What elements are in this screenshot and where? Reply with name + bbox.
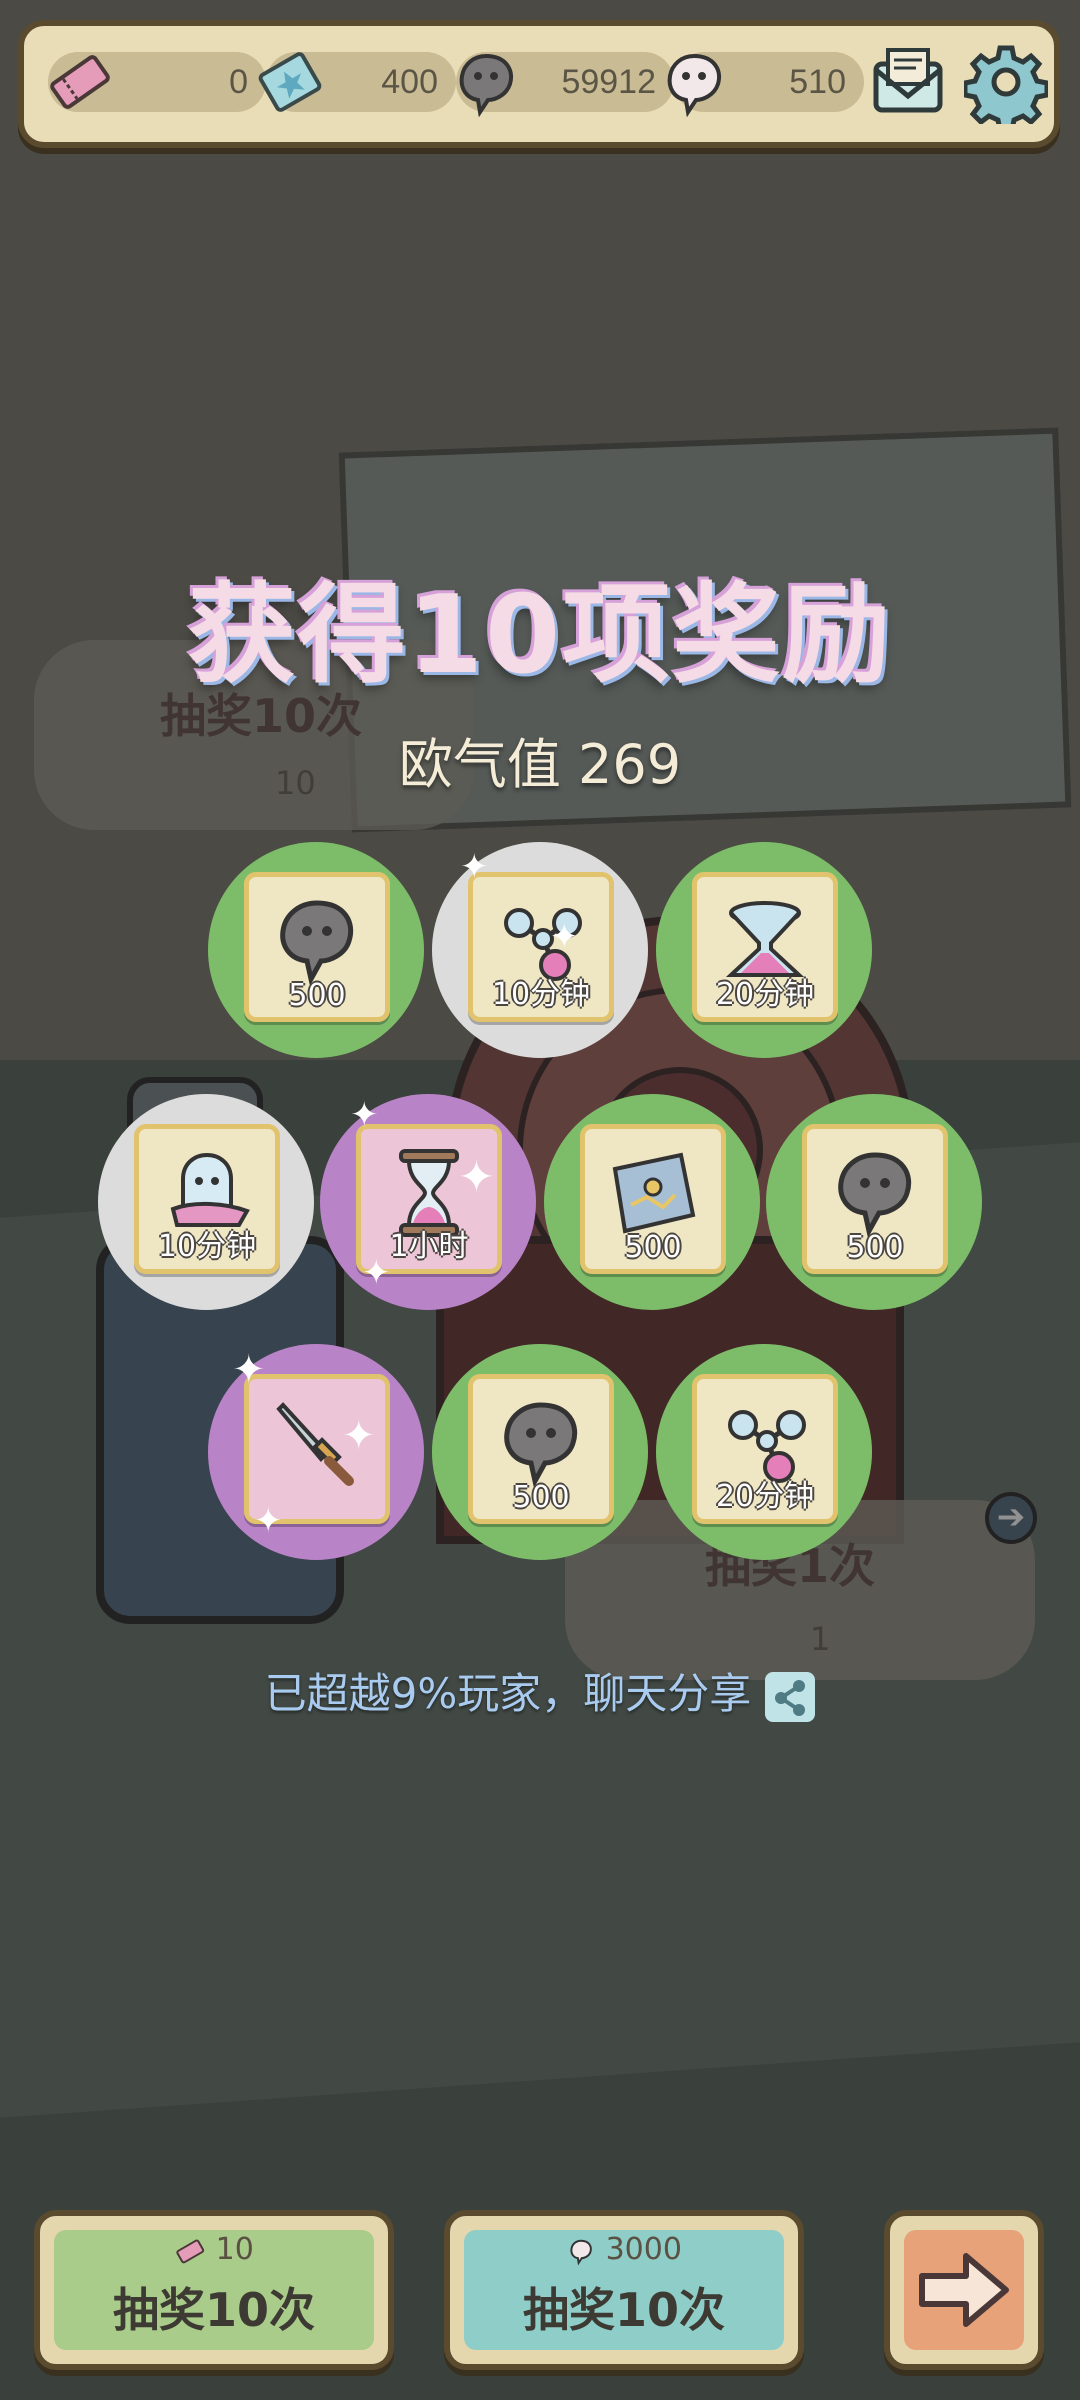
reward-amount: 500	[846, 1230, 904, 1265]
white-soul-counter: 510	[667, 52, 864, 118]
share-icon[interactable]	[765, 1671, 816, 1722]
share-row[interactable]: 已超越9%玩家，聊天分享	[0, 1660, 1080, 1722]
reward-amount: 10分钟	[491, 977, 591, 1012]
soul-cost-value: 3000	[605, 2232, 682, 2267]
gray-soul-count: 59912	[561, 63, 656, 101]
reward-item[interactable]: 500	[544, 1094, 760, 1310]
draw10-ticket-button[interactable]: 10 抽奖10次	[34, 2210, 394, 2370]
arrow-right-icon	[919, 2253, 1009, 2327]
draw10-ticket-label: 抽奖10次	[112, 2283, 315, 2337]
sparkle-icon: ✦	[254, 1501, 283, 1541]
map-scroll-icon	[612, 1152, 696, 1234]
reward-amount: 500	[512, 1480, 570, 1515]
white-soul-count: 510	[789, 63, 846, 101]
settings-gear-icon[interactable]	[964, 40, 1048, 124]
reward-amount: 20分钟	[715, 1479, 815, 1514]
reward-card: 500	[802, 1124, 948, 1274]
next-button[interactable]	[884, 2210, 1044, 2370]
reward-card: 10分钟	[134, 1124, 280, 1274]
reward-amount: 10分钟	[157, 1229, 257, 1264]
ticket-cost: 10	[40, 2232, 388, 2267]
luck-value: 欧气值 269	[398, 733, 682, 796]
star-count: 400	[381, 63, 438, 101]
reward-card: 10分钟	[468, 872, 614, 1022]
top-resource-bar: 0 400 59912 510	[18, 20, 1060, 148]
gray-soul-counter: 59912	[456, 52, 674, 118]
reward-card: 20分钟	[692, 872, 838, 1022]
gray-soul-icon	[504, 1402, 578, 1488]
reward-card: 500	[580, 1124, 726, 1274]
sparkle-icon: ✦	[342, 1413, 376, 1459]
reward-amount: 20分钟	[715, 977, 815, 1012]
sparkle-icon: ✦	[460, 847, 489, 887]
ticket-icon	[176, 2239, 205, 2263]
sparkle-icon: ✦	[362, 1253, 391, 1293]
reward-item[interactable]: 500	[766, 1094, 982, 1310]
gray-soul-icon	[280, 900, 354, 986]
draw10-soul-label: 抽奖10次	[522, 2283, 725, 2337]
reward-title: 获得10项奖励	[187, 573, 893, 698]
reward-card: 20分钟	[692, 1374, 838, 1524]
reward-item[interactable]: ✦ ✦ ✦	[208, 1344, 424, 1560]
white-soul-icon	[667, 53, 721, 118]
gray-soul-icon	[838, 1152, 912, 1238]
reward-amount: 500	[624, 1230, 682, 1265]
reward-item[interactable]: 20分钟	[656, 1344, 872, 1560]
sparkle-icon: ✦	[350, 1095, 379, 1135]
ticket-icon	[50, 55, 110, 109]
ticket-counter: 0	[48, 52, 266, 112]
sparkle-icon: ✦	[550, 917, 579, 957]
mail-icon[interactable]	[866, 40, 950, 124]
reward-item[interactable]: 10分钟	[98, 1094, 314, 1310]
share-text: 已超越9%玩家，聊天分享	[264, 1669, 752, 1718]
white-soul-icon	[570, 2239, 592, 2265]
ticket-count: 0	[229, 63, 248, 101]
reward-item[interactable]: 500	[432, 1344, 648, 1560]
star-counter: 400	[258, 52, 456, 112]
gray-soul-icon	[459, 53, 513, 118]
reward-item[interactable]: 500	[208, 842, 424, 1058]
reward-item[interactable]: 1小时 ✦ ✦ ✦	[320, 1094, 536, 1310]
reward-item[interactable]: 10分钟 ✦ ✦	[432, 842, 648, 1058]
soul-cost: 3000	[450, 2232, 798, 2267]
sparkle-icon: ✦	[232, 1347, 266, 1393]
reward-amount: 500	[288, 978, 346, 1013]
sparkle-icon: ✦	[458, 1152, 495, 1203]
draw10-soul-button[interactable]: 3000 抽奖10次	[444, 2210, 804, 2370]
star-card-icon	[258, 52, 322, 112]
ticket-cost-value: 10	[215, 2232, 254, 2267]
reward-card: 500	[244, 872, 390, 1022]
reward-item[interactable]: 20分钟	[656, 842, 872, 1058]
reward-card: 500	[468, 1374, 614, 1524]
